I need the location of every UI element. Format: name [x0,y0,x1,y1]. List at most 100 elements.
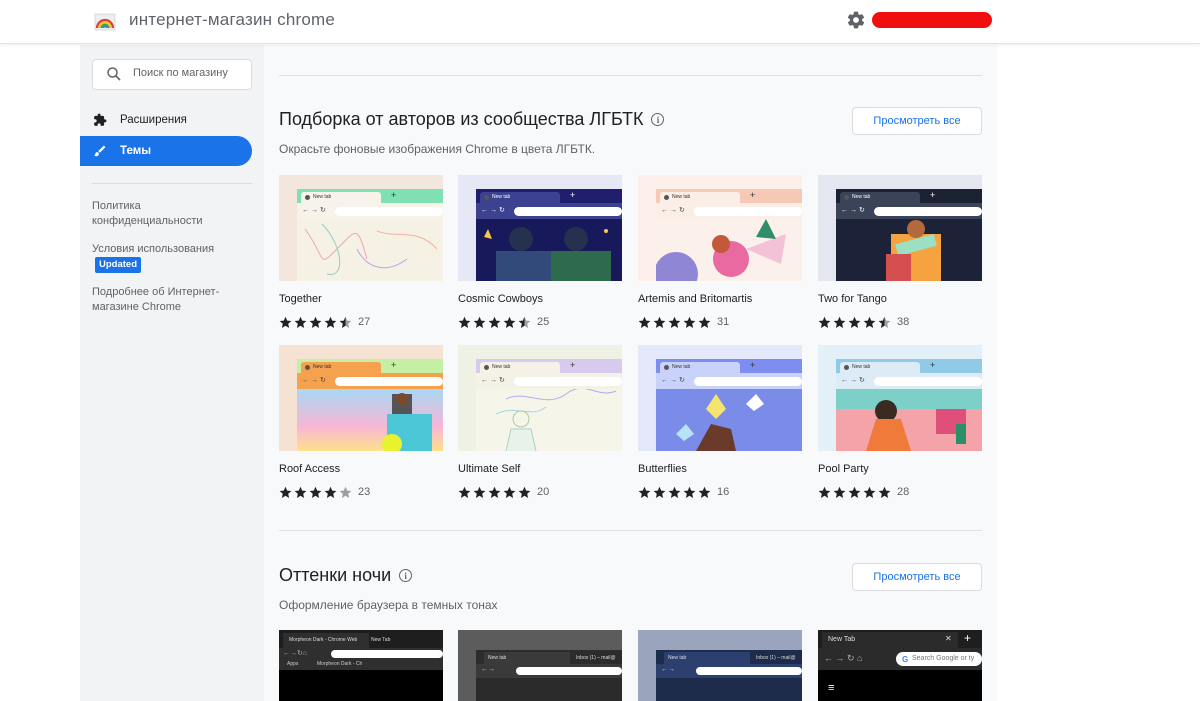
tab-label: Morpheon Dark - Chrome Web [283,633,369,648]
section-subtitle: Окрасьте фоновые изображения Chrome в цв… [279,142,596,156]
star-icon [818,486,831,498]
rating: 16 [638,485,802,499]
section-title-text: Подборка от авторов из сообщества ЛГБТК [279,109,644,129]
star-icon [698,316,711,328]
theme-card-dark-2[interactable]: New tab Inbox (1) – mail@ ←→ [458,630,622,701]
rating: 20 [458,485,622,499]
theme-card-cosmic-cowboys[interactable]: New tab + ←→↻ Cosmic Cowboys 25 [458,175,622,329]
theme-card-roof-access[interactable]: New tab + ←→↻ Roof Access 23 [279,345,443,499]
star-icon [848,486,861,498]
star-icon [698,486,711,498]
star-icon [473,316,486,328]
theme-card-butterflies[interactable]: New tab + ←→↻ Butterflies 16 [638,345,802,499]
updated-badge: Updated [95,257,141,273]
rating: 38 [818,315,982,329]
rating-count: 20 [537,486,550,498]
star-icon [833,316,846,328]
theme-card-two-for-tango[interactable]: New tab + ←→↻ Two for Tango 38 [818,175,982,329]
sidebar-item-label: Расширения [120,114,187,126]
menu-icon: ≡ [828,682,835,694]
section-divider [279,530,982,531]
sidebar-item-themes[interactable]: Темы [80,136,252,166]
top-bar: интернет-магазин chrome [0,0,1200,44]
search-box[interactable] [92,59,252,90]
star-icon [503,486,516,498]
star-icon [638,316,651,328]
bookmark-label: Morpheon Dark - Ch [317,661,363,667]
gear-icon[interactable] [846,10,866,30]
theme-card-ultimate-self[interactable]: New tab + ←→↻ Ultimate Self 20 [458,345,622,499]
theme-card-pool-party[interactable]: New tab + ←→↻ Pool Party 28 [818,345,982,499]
star-icon [488,486,501,498]
theme-thumbnail: New tab + ←→↻ [458,175,622,281]
tab-label: New tab [840,362,920,373]
theme-card-artemis-and-britomartis[interactable]: New tab + ←→↻ Artemis and Britomartis 31 [638,175,802,329]
bookmark-label: Apps [287,661,299,667]
rating: 25 [458,315,622,329]
star-icon [668,486,681,498]
chrome-webstore-rainbow-icon[interactable] [94,10,116,32]
brush-icon [92,143,108,159]
theme-card-together[interactable]: New tab + ←→↻ Together 27 [279,175,443,329]
star-icon [339,486,352,498]
view-all-button[interactable]: Просмотреть все [852,107,982,135]
tab-label: Inbox (1) – mail@ [756,655,796,661]
theme-thumbnail: New tab + ←→↻ [279,175,443,281]
terms-link-label: Условия использования [92,243,215,255]
theme-card-dark-3[interactable]: New tab Inbox (1) – mail@ ←→ [638,630,802,701]
star-rating [458,486,533,499]
star-icon [294,316,307,328]
search-input[interactable] [133,67,248,79]
star-icon [653,486,666,498]
tab-label: Inbox (1) – mail@ [576,655,616,661]
star-icon [653,316,666,328]
card-name: Pool Party [818,463,869,475]
theme-card-dark-1[interactable]: Morpheon Dark - Chrome Web New Tab ←→↻⌂ … [279,630,443,701]
star-icon [473,486,486,498]
about-webstore-link[interactable]: Подробнее об Интернет-магазине Chrome [92,285,242,315]
star-icon [503,316,516,328]
view-all-button[interactable]: Просмотреть все [852,563,982,591]
star-icon [339,316,352,328]
rating-count: 27 [358,316,371,328]
rating-count: 23 [358,486,371,498]
rating: 23 [279,485,443,499]
star-icon [324,486,337,498]
star-icon [848,316,861,328]
star-icon [458,486,471,498]
puzzle-icon [92,112,108,128]
card-name: Roof Access [279,463,341,475]
tab-label: New tab [301,192,381,203]
omnibox-placeholder: Search Google or ty [896,652,982,666]
star-rating [638,316,713,329]
tab-label: New tab [660,362,740,373]
star-icon [294,486,307,498]
star-rating [279,316,354,329]
sidebar-item-extensions[interactable]: Расширения [80,105,252,135]
star-icon [518,486,531,498]
theme-thumbnail: New tab + ←→↻ [279,345,443,451]
rating: 28 [818,485,982,499]
app-title[interactable]: интернет-магазин chrome [129,10,335,30]
tab-label: New tab [840,192,920,203]
rating-count: 25 [537,316,550,328]
star-icon [458,316,471,328]
tab-label: New Tab [371,637,391,643]
search-icon [107,67,121,81]
rating-count: 16 [717,486,730,498]
tab-label: New tab [664,652,750,664]
star-rating [638,486,713,499]
rating-count: 38 [897,316,910,328]
info-icon[interactable]: i [651,113,665,126]
info-icon[interactable]: i [399,569,413,582]
rating-count: 28 [897,486,910,498]
privacy-policy-link[interactable]: Политика конфиденциальности [92,199,242,229]
account-pill[interactable] [872,12,992,28]
card-name: Cosmic Cowboys [458,293,543,305]
rating: 27 [279,315,443,329]
theme-card-dark-4[interactable]: New Tab ✕ + ← → ↻ ⌂ Search Google or ty … [818,630,982,701]
star-icon [683,316,696,328]
terms-link[interactable]: Условия использования Updated [92,242,242,273]
card-name: Together [279,293,322,305]
section-divider [279,75,982,76]
